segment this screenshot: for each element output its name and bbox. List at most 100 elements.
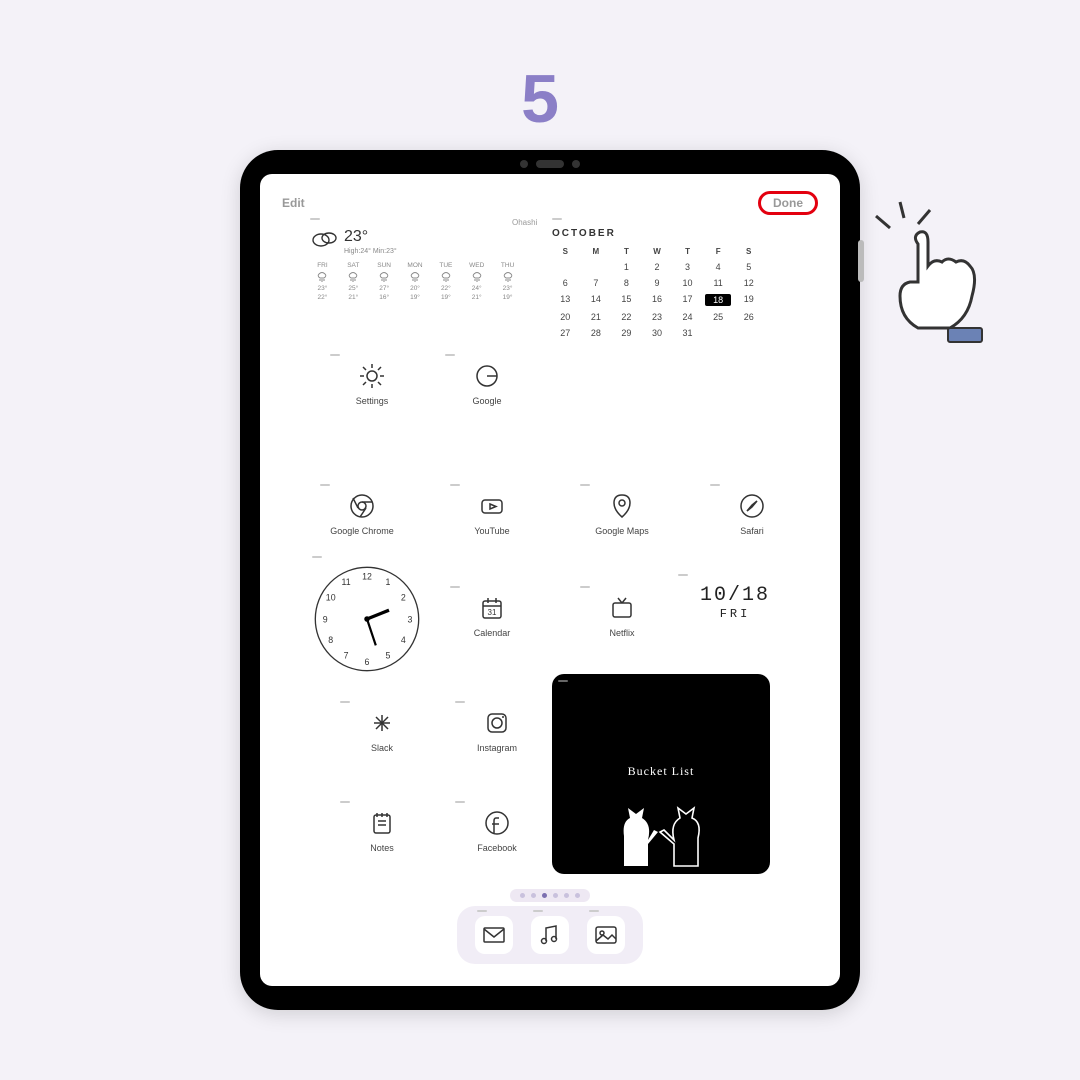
calendar-day[interactable]: 14 [583,294,610,306]
app-facebook[interactable]: Facebook [457,809,537,853]
app-label: Slack [342,743,422,753]
calendar-widget[interactable]: OCTOBER SMTWTFS1234567891011121314151617… [552,228,762,338]
calendar-day[interactable]: 25 [705,312,732,322]
page-dot[interactable] [553,893,558,898]
calendar-day[interactable]: 20 [552,312,579,322]
remove-widget-icon[interactable] [552,218,562,220]
remove-app-icon[interactable] [455,801,465,803]
youtube-icon [478,492,506,520]
calendar-day[interactable]: 13 [552,294,579,306]
page-dot[interactable] [575,893,580,898]
chrome-icon [348,492,376,520]
remove-app-icon[interactable] [340,701,350,703]
calendar-day[interactable]: 19 [735,294,762,306]
app-google[interactable]: Google [447,362,527,406]
remove-app-icon[interactable] [710,484,720,486]
remove-app-icon[interactable] [450,586,460,588]
remove-app-icon[interactable] [533,910,543,912]
remove-app-icon[interactable] [340,801,350,803]
weather-temp: 23° [344,228,397,246]
calendar-day[interactable]: 27 [552,328,579,338]
bucket-list-widget[interactable]: Bucket List [552,674,770,874]
calendar-day[interactable]: 29 [613,328,640,338]
dock-music[interactable] [531,916,569,954]
weather-hilo: High:24° Min:23° [344,248,397,255]
calendar-day[interactable]: 9 [644,278,671,288]
app-netflix[interactable]: Netflix [582,594,662,638]
instagram-icon [483,709,511,737]
calendar-dow: T [613,247,640,256]
calendar-day[interactable]: 21 [583,312,610,322]
svg-text:9: 9 [323,614,328,624]
app-notes[interactable]: Notes [342,809,422,853]
forecast-day: FRI23°22° [310,261,335,302]
page-indicator[interactable] [510,889,590,902]
screen: Edit Done 23° High:24° Min:23° FRI23°22°… [260,174,840,986]
page-dot[interactable] [564,893,569,898]
facebook-icon [483,809,511,837]
app-slack[interactable]: Slack [342,709,422,753]
tap-gesture-icon [870,200,1010,360]
calendar31-icon: 31 [478,594,506,622]
calendar-day[interactable]: 12 [735,278,762,288]
calendar-day[interactable]: 24 [674,312,701,322]
app-google-maps[interactable]: Google Maps [582,492,662,536]
app-label: Google Maps [582,526,662,536]
calendar-day[interactable]: 7 [583,278,610,288]
app-google-chrome[interactable]: Google Chrome [322,492,402,536]
calendar-day[interactable]: 22 [613,312,640,322]
calendar-day[interactable]: 6 [552,278,579,288]
calendar-day[interactable]: 16 [644,294,671,306]
calendar-day[interactable]: 4 [705,262,732,272]
forecast-day: TUE22°19° [433,261,458,302]
remove-app-icon[interactable] [580,484,590,486]
remove-app-icon[interactable] [580,586,590,588]
app-label: Notes [342,843,422,853]
app-calendar[interactable]: 31Calendar [452,594,532,638]
slack-icon [368,709,396,737]
calendar-day[interactable]: 23 [644,312,671,322]
calendar-day[interactable]: 10 [674,278,701,288]
weather-widget[interactable]: 23° High:24° Min:23° FRI23°22°SAT25°21°S… [310,228,520,302]
app-youtube[interactable]: YouTube [452,492,532,536]
date-widget[interactable]: 10/18 FRI [680,584,790,621]
app-instagram[interactable]: Instagram [457,709,537,753]
dock-mail[interactable] [475,916,513,954]
calendar-day[interactable]: 8 [613,278,640,288]
calendar-day[interactable]: 3 [674,262,701,272]
forecast-day: THU23°19° [495,261,520,302]
calendar-day[interactable]: 11 [705,278,732,288]
calendar-day[interactable]: 1 [613,262,640,272]
calendar-day[interactable]: 17 [674,294,701,306]
app-settings[interactable]: Settings [332,362,412,406]
done-button[interactable]: Done [773,196,803,210]
calendar-day[interactable]: 18 [705,294,732,306]
page-dot[interactable] [531,893,536,898]
calendar-day[interactable]: 5 [735,262,762,272]
dock-photos[interactable] [587,916,625,954]
remove-app-icon[interactable] [450,484,460,486]
remove-widget-icon[interactable] [678,574,688,576]
edit-button[interactable]: Edit [282,196,305,210]
calendar-grid: SMTWTFS123456789101112131415161718192021… [552,247,762,338]
page-dot[interactable] [542,893,547,898]
calendar-day[interactable]: 31 [674,328,701,338]
calendar-day[interactable]: 30 [644,328,671,338]
remove-app-icon[interactable] [477,910,487,912]
calendar-day[interactable]: 28 [583,328,610,338]
remove-widget-icon[interactable] [558,680,568,682]
calendar-day[interactable]: 26 [735,312,762,322]
remove-app-icon[interactable] [320,484,330,486]
remove-app-icon[interactable] [589,910,599,912]
page-dot[interactable] [520,893,525,898]
app-safari[interactable]: Safari [712,492,792,536]
remove-widget-icon[interactable] [310,218,320,220]
remove-app-icon[interactable] [445,354,455,356]
calendar-day[interactable]: 15 [613,294,640,306]
calendar-day[interactable]: 2 [644,262,671,272]
clock-widget[interactable]: 1212 345 678 91011 [312,564,422,674]
remove-app-icon[interactable] [330,354,340,356]
remove-widget-icon[interactable] [312,556,322,558]
remove-app-icon[interactable] [455,701,465,703]
svg-text:1: 1 [385,577,390,587]
